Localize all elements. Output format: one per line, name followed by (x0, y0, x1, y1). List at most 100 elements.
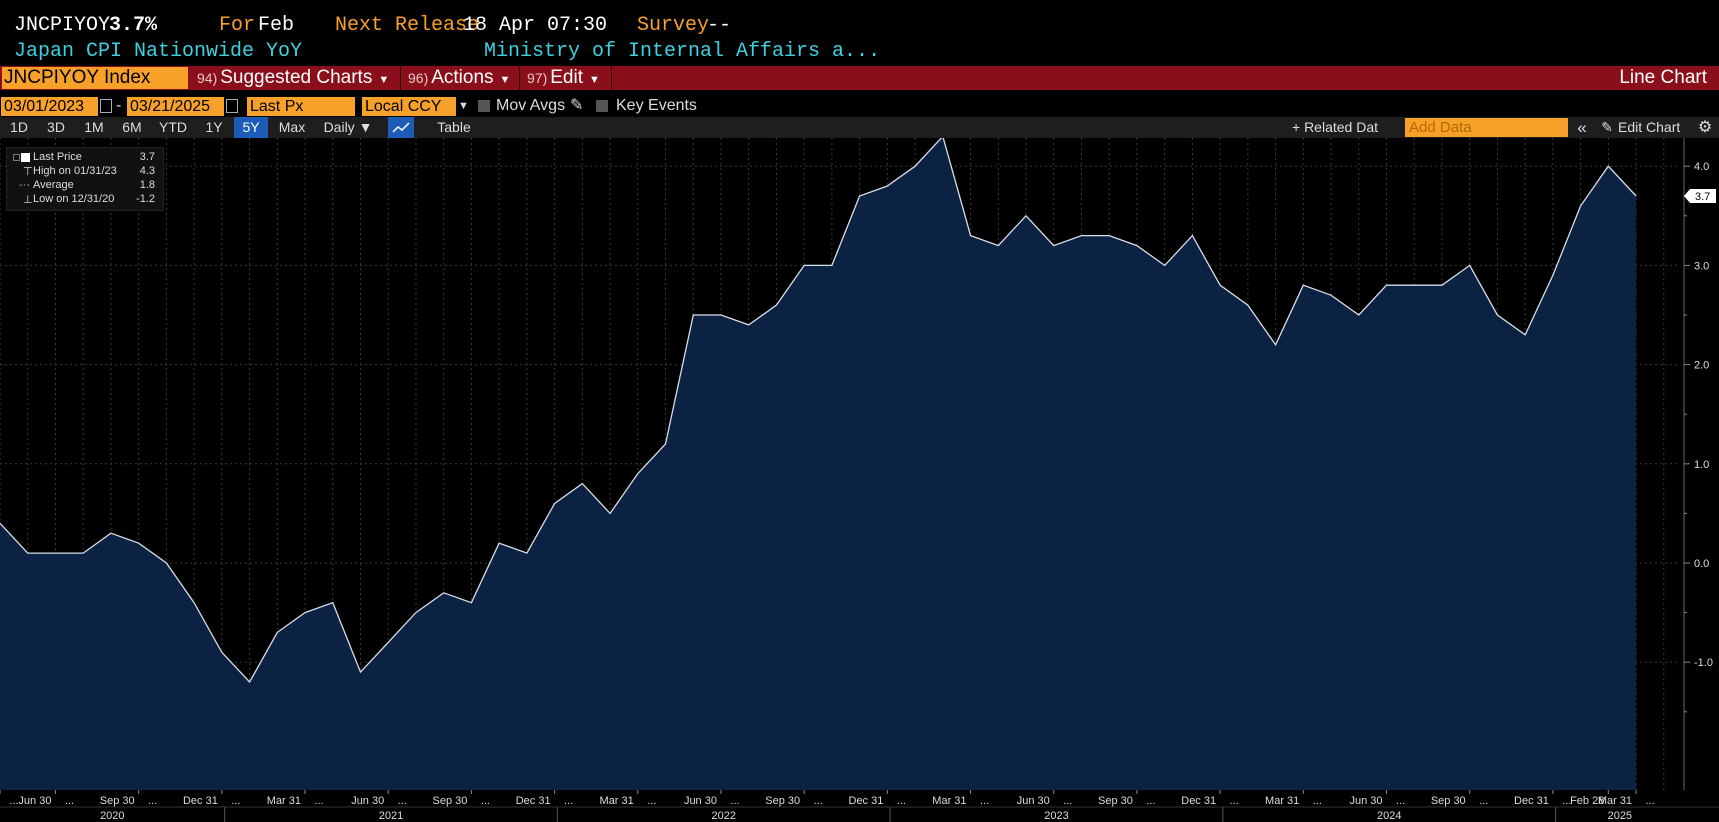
x-tick-ellipsis: ... (148, 795, 157, 807)
x-tick-ellipsis: ... (980, 795, 989, 807)
data-point (1190, 234, 1194, 238)
calendar-icon[interactable] (100, 99, 112, 113)
y-axis: 4.0 3.0 2.0 1.0 0.0 -1.0 3.7 (1683, 138, 1716, 790)
menu-label: Suggested Charts (220, 67, 373, 88)
caret-down-icon: ▼ (588, 74, 600, 86)
tab-1m[interactable]: 1M (76, 117, 112, 138)
data-point (1551, 273, 1555, 277)
mov-avgs-label[interactable]: Mov Avgs (496, 96, 565, 116)
data-point (1274, 343, 1278, 347)
legend-row-high: ⊤ High on 01/31/23 4.3 (7, 165, 163, 179)
x-tick-ellipsis: ... (65, 795, 74, 807)
table-button[interactable]: Table (424, 117, 484, 138)
mov-avgs-checkbox[interactable] (478, 100, 490, 112)
x-tick-ellipsis: ... (1645, 795, 1654, 807)
series-swatch-icon (21, 153, 30, 162)
data-point (1468, 263, 1472, 267)
tab-ytd[interactable]: YTD (152, 117, 194, 138)
y-tick-label: 3.0 (1694, 260, 1709, 272)
data-point (275, 630, 279, 634)
data-point (885, 184, 889, 188)
gear-icon[interactable]: ⚙ (1694, 117, 1716, 138)
end-date-field[interactable]: 03/21/2025 (127, 97, 224, 116)
cpi-line-chart[interactable]: 4.03.02.01.00.0-1.03.7 Apr 30...Jun 30..… (0, 138, 1719, 822)
ticker-field[interactable]: JNCPIYOY Index (2, 67, 188, 89)
data-point (1329, 293, 1333, 297)
data-point (497, 541, 501, 545)
legend-name: Average (33, 179, 74, 191)
x-tick-label: Dec 31 (849, 795, 884, 807)
data-point (53, 551, 57, 555)
x-tick-ellipsis: ... (481, 795, 490, 807)
x-tick-label: Dec 31 (183, 795, 218, 807)
tab-6m[interactable]: 6M (114, 117, 150, 138)
tab-max[interactable]: Max (272, 117, 312, 138)
data-point (636, 472, 640, 476)
data-point (1385, 283, 1389, 287)
toolbar: JNCPIYOY Index 94) Suggested Charts ▼ 96) A… (0, 66, 1719, 90)
x-tick-ellipsis: ... (9, 795, 18, 807)
next-release-label: Next Release (335, 14, 480, 37)
data-point (553, 501, 557, 505)
start-date-field[interactable]: 03/01/2023 (1, 97, 98, 116)
chart-type-label[interactable]: Line Chart (1619, 66, 1707, 90)
data-point (1412, 283, 1416, 287)
data-point (192, 601, 196, 605)
menu-label: Actions (431, 67, 494, 88)
key-events-label[interactable]: Key Events (616, 96, 697, 116)
legend-row-average: -·- Average 1.8 (7, 179, 163, 193)
x-tick-ellipsis: ... (730, 795, 739, 807)
collapse-toggle-icon[interactable] (13, 154, 20, 161)
x-tick-label: Feb 28 (1570, 795, 1604, 807)
tab-3d[interactable]: 3D (38, 117, 74, 138)
data-point (109, 531, 113, 535)
x-tick-ellipsis: ... (314, 795, 323, 807)
caret-down-icon: ▼ (499, 74, 511, 86)
legend-name: Last Price (33, 151, 82, 163)
x-tick-label: Sep 30 (1098, 795, 1133, 807)
data-point (1107, 234, 1111, 238)
pencil-icon[interactable]: ✎ (1598, 117, 1616, 138)
x-tick-label: Sep 30 (1431, 795, 1466, 807)
tab-1d[interactable]: 1D (2, 117, 36, 138)
tab-1y[interactable]: 1Y (196, 117, 232, 138)
data-point (469, 601, 473, 605)
for-label: For (219, 14, 256, 37)
related-data-button[interactable]: + Related Dat (1292, 117, 1398, 138)
edit-chart-button[interactable]: Edit Chart (1618, 117, 1696, 138)
actions-menu[interactable]: 96) Actions ▼ (402, 66, 520, 90)
data-point (747, 323, 751, 327)
data-point (442, 591, 446, 595)
tab-5y[interactable]: 5Y (234, 117, 268, 138)
x-tick-label: Sep 30 (100, 795, 135, 807)
data-point (164, 561, 168, 565)
currency-dropdown-icon[interactable]: ▼ (458, 96, 469, 116)
collapse-icon[interactable]: « (1572, 117, 1592, 138)
data-point (525, 551, 529, 555)
edit-menu[interactable]: 97) Edit ▼ (521, 66, 612, 90)
data-point (858, 194, 862, 198)
legend-name: High on 01/31/23 (33, 165, 117, 177)
x-tick-label: Mar 31 (932, 795, 966, 807)
x-tick-ellipsis: ... (1479, 795, 1488, 807)
x-tick-label: Mar 31 (267, 795, 301, 807)
data-point (414, 611, 418, 615)
pencil-icon[interactable]: ✎ (570, 96, 583, 116)
frequency-selector[interactable]: Daily ▼ (316, 117, 380, 138)
legend-value: 1.8 (139, 179, 155, 191)
data-point (1523, 333, 1527, 337)
calendar-icon[interactable] (226, 99, 238, 113)
legend-row-last-price: Last Price 3.7 (7, 151, 163, 165)
year-label: 2020 (100, 810, 124, 822)
data-point (830, 263, 834, 267)
line-chart-icon[interactable] (388, 117, 414, 138)
legend[interactable]: Last Price 3.7 ⊤ High on 01/31/23 4.3 -·… (6, 147, 164, 211)
currency-selector[interactable]: Local CCY (362, 97, 456, 116)
x-tick-ellipsis: ... (231, 795, 240, 807)
key-events-checkbox[interactable] (596, 100, 608, 112)
low-marker-icon: ⊥ (23, 194, 33, 206)
legend-value: 3.7 (139, 151, 155, 163)
suggested-charts-menu[interactable]: 94) Suggested Charts ▼ (191, 66, 401, 90)
add-data-input[interactable]: Add Data (1405, 118, 1568, 137)
field-selector[interactable]: Last Px (247, 97, 355, 116)
